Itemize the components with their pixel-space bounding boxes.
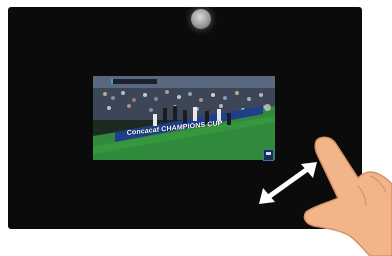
dot-indicator xyxy=(264,104,271,111)
video-player[interactable]: Concacaf CHAMPIONS CUP xyxy=(93,76,275,160)
video-frame xyxy=(93,76,275,160)
score-bug-text xyxy=(113,79,117,84)
score-bug xyxy=(111,79,157,84)
pointing-hand-icon xyxy=(303,136,392,256)
front-camera-icon xyxy=(191,9,211,29)
